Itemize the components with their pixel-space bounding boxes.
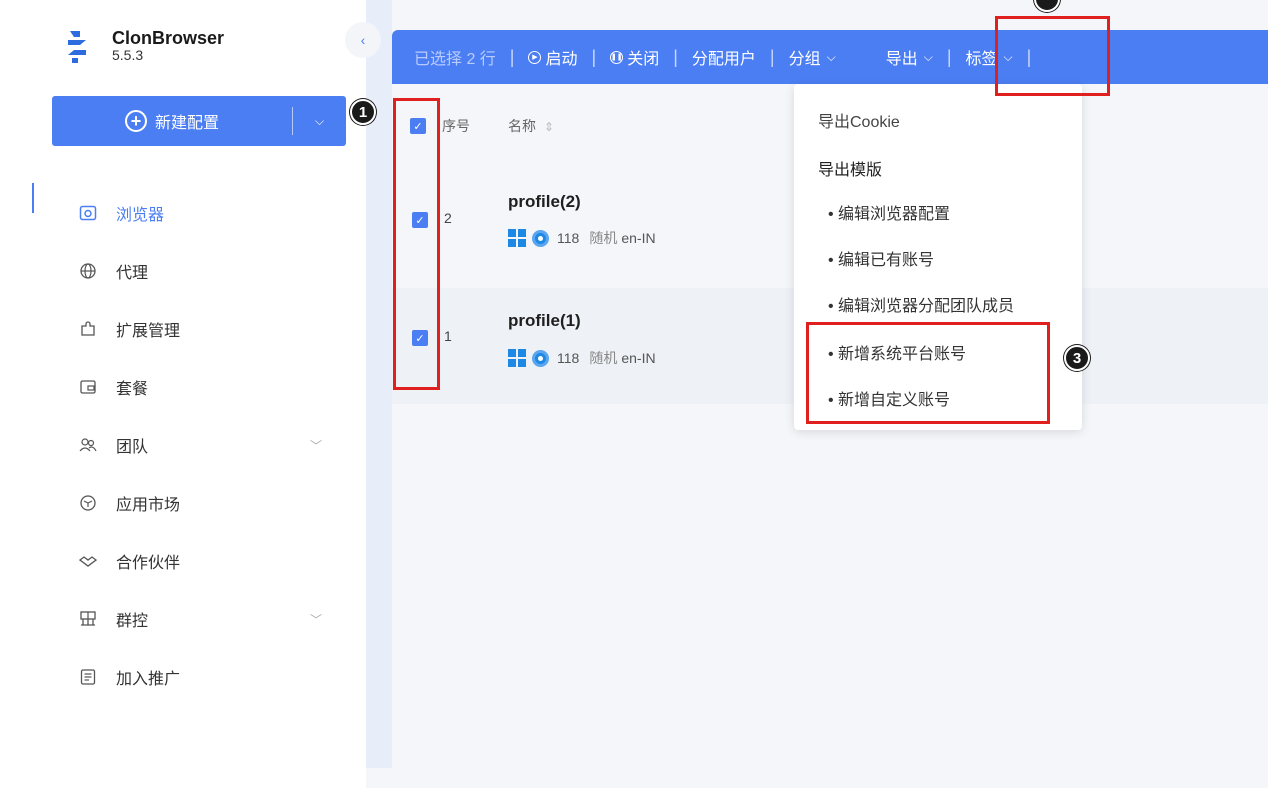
browser-version: 118 [557, 350, 580, 366]
sidebar-item-label: 群控 [116, 613, 149, 630]
windows-icon [508, 349, 526, 367]
sidebar-item-label: 套餐 [116, 381, 149, 398]
menu-item-edit-existing-account[interactable]: • 编辑已有账号 [828, 246, 934, 270]
chevron-down-icon: ﹀ [309, 612, 322, 627]
fingerprint-mode: 随机 [589, 230, 618, 246]
chevron-down-icon: ﹀ [309, 438, 322, 453]
wallet-icon [78, 377, 98, 397]
sidebar-item-proxy[interactable]: 代理 [78, 242, 338, 300]
new-profile-main[interactable]: + 新建配置 [52, 109, 292, 133]
assign-user-button[interactable]: 分配用户 [678, 45, 770, 69]
column-name[interactable]: 名称 ⇕ [508, 116, 554, 136]
column-index: 序号 [442, 118, 470, 134]
menu-item-export-cookie[interactable]: 导出Cookie [818, 108, 900, 132]
profile-language: en-IN [621, 230, 656, 246]
chrome-icon [532, 349, 549, 367]
chevron-down-icon: ⌵ [923, 49, 933, 64]
highlight-checkboxes [393, 98, 440, 390]
profile-name[interactable]: profile(1) [508, 311, 581, 331]
group-label: 分组 [788, 51, 821, 68]
menu-item-edit-browser-config[interactable]: • 编辑浏览器配置 [828, 200, 950, 224]
sidebar-item-label: 应用市场 [116, 497, 181, 514]
close-button[interactable]: ❚❚ 关闭 [596, 45, 673, 69]
sort-icon[interactable]: ⇕ [544, 120, 554, 134]
step-badge-3: 3 [1064, 345, 1090, 371]
start-button[interactable]: ▶ 启动 [514, 45, 591, 69]
start-label: 启动 [545, 51, 578, 68]
new-profile-button[interactable]: + 新建配置 ⌵ [52, 96, 346, 146]
sidebar-item-partners[interactable]: 合作伙伴 [78, 532, 338, 590]
menu-group-export-template: 导出模版 [818, 162, 883, 179]
grid-control-icon [78, 609, 98, 629]
sidebar-item-label: 合作伙伴 [116, 555, 181, 572]
browser-icon [78, 203, 98, 223]
plus-circle-icon: + [124, 110, 147, 132]
sidebar-item-label: 团队 [116, 439, 149, 456]
play-icon: ▶ [528, 50, 542, 64]
row-index: 2 [444, 210, 452, 226]
bulk-action-bar: 已选择 2 行 | ▶ 启动 | ❚❚ 关闭 | 分配用户 | 分组 ⌵ 导出 … [392, 30, 1268, 84]
sidebar: ClonBrowser 5.5.3 + 新建配置 ⌵ 浏览器 代理 扩展管理 套… [0, 0, 366, 788]
puzzle-icon [78, 319, 98, 339]
sidebar-item-label: 浏览器 [116, 207, 165, 224]
sidebar-nav: 浏览器 代理 扩展管理 套餐 团队 ﹀ 应用市场 合作伙伴 群控 ﹀ 加入推广 [78, 184, 338, 706]
app-name: ClonBrowser [112, 28, 225, 48]
new-profile-label: 新建配置 [154, 115, 219, 132]
windows-icon [508, 229, 526, 247]
pause-icon: ❚❚ [610, 50, 624, 64]
profile-language: en-IN [621, 350, 656, 366]
selected-count: 已选择 2 行 [414, 51, 496, 68]
app-version: 5.5.3 [112, 47, 144, 63]
tags-label: 标签 [965, 51, 998, 68]
close-label: 关闭 [627, 51, 660, 68]
active-indicator [32, 183, 34, 213]
chevron-down-icon[interactable]: ⌵ [293, 114, 346, 129]
profile-info: 118 随机 en-IN [508, 348, 656, 368]
sidebar-item-browser[interactable]: 浏览器 [78, 184, 338, 242]
globe-icon [78, 261, 98, 281]
sidebar-item-extensions[interactable]: 扩展管理 [78, 300, 338, 358]
profile-name[interactable]: profile(2) [508, 192, 581, 212]
promo-icon [78, 667, 98, 687]
step-badge-1: 1 [350, 99, 376, 125]
collapse-sidebar-icon[interactable]: ‹ [345, 22, 381, 58]
export-label: 导出 [885, 51, 918, 68]
profile-info: 118 随机 en-IN [508, 228, 656, 248]
sidebar-item-label: 代理 [116, 265, 149, 282]
chevron-down-icon: ⌵ [826, 49, 836, 64]
cube-icon [78, 493, 98, 513]
highlight-export-button [995, 16, 1110, 96]
export-dropdown[interactable]: 导出 ⌵ [872, 45, 947, 69]
sidebar-item-group-control[interactable]: 群控 ﹀ [78, 590, 338, 648]
sidebar-item-plan[interactable]: 套餐 [78, 358, 338, 416]
fingerprint-mode: 随机 [589, 350, 618, 366]
group-dropdown[interactable]: 分组 ⌵ [775, 45, 850, 69]
menu-item-edit-team-assignment[interactable]: • 编辑浏览器分配团队成员 [828, 292, 1014, 316]
row-index: 1 [444, 328, 452, 344]
highlight-add-account-items [806, 322, 1050, 424]
clonbrowser-logo-icon [68, 31, 86, 63]
browser-version: 118 [557, 230, 580, 246]
sidebar-item-team[interactable]: 团队 ﹀ [78, 416, 338, 474]
sidebar-item-app-market[interactable]: 应用市场 [78, 474, 338, 532]
column-name-label: 名称 [508, 118, 536, 134]
chrome-icon [532, 229, 549, 247]
sidebar-item-label: 扩展管理 [116, 323, 181, 340]
team-icon [78, 435, 98, 455]
sidebar-item-promotion[interactable]: 加入推广 [78, 648, 338, 706]
handshake-icon [78, 551, 98, 571]
app-logo-row: ClonBrowser 5.5.3 [64, 28, 224, 64]
sidebar-item-label: 加入推广 [116, 671, 181, 688]
